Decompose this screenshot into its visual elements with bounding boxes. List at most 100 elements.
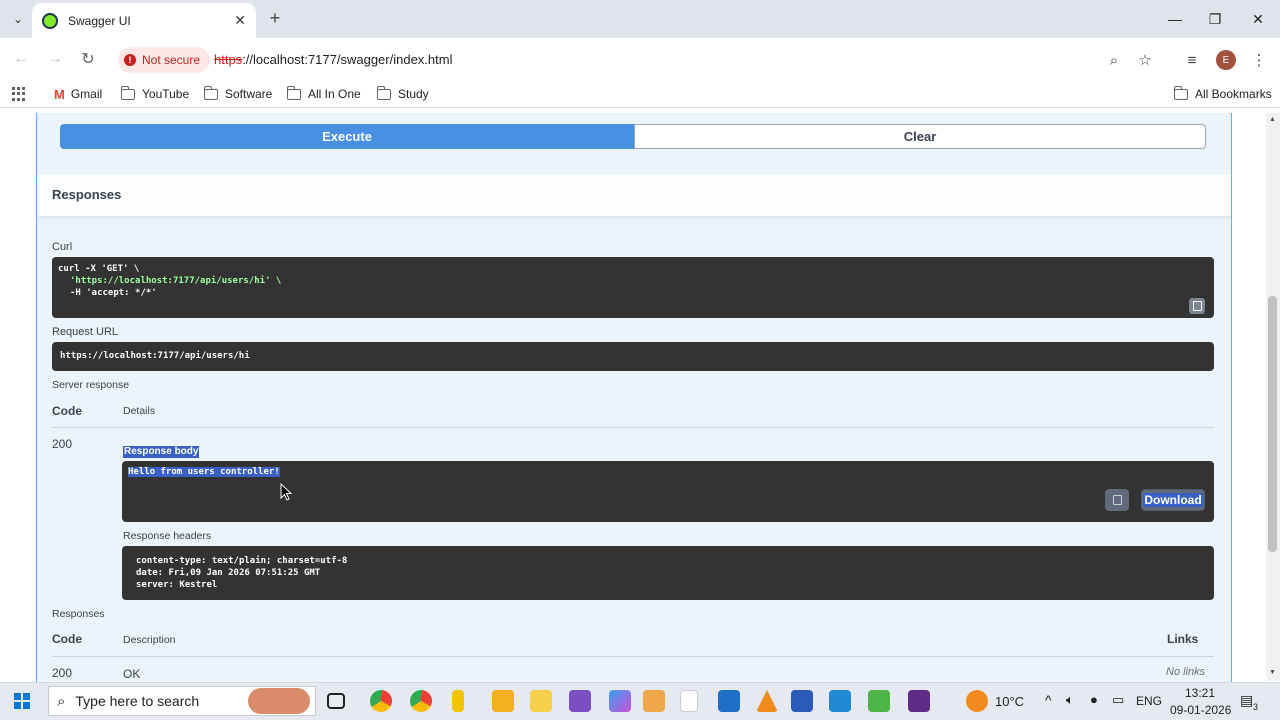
chrome-active-icon[interactable] (410, 690, 432, 712)
folder-icon (376, 85, 391, 100)
bookmark-all-in-one[interactable]: All In One (286, 85, 361, 102)
new-tab-button[interactable]: + (264, 6, 286, 30)
notification-icon[interactable]: ▤ (1240, 692, 1253, 709)
terminal-icon[interactable] (908, 690, 930, 712)
response-body-text: Hello from users controller! (128, 467, 280, 477)
response-header-line: content-type: text/plain; charset=utf-8 (136, 556, 348, 566)
response-body-label: Response body (123, 446, 200, 458)
doc-status-code: 200 (52, 666, 73, 680)
bookmark-youtube[interactable]: YouTube (120, 85, 190, 102)
folder-icon (286, 85, 301, 100)
response-headers-block: content-type: text/plain; charset=utf-8 … (122, 546, 1214, 600)
scroll-thumb[interactable] (1268, 296, 1277, 552)
tab-title: Swagger UI (68, 13, 131, 28)
reload-icon[interactable]: ↻ (77, 48, 99, 70)
not-secure-chip[interactable]: ! Not secure (118, 47, 211, 73)
copy-response-icon[interactable] (1105, 489, 1129, 511)
reading-list-icon[interactable]: ≡ (1181, 49, 1203, 71)
details-column-header: Details (123, 405, 156, 417)
search-icon: ⌕ (57, 692, 66, 710)
address-bar[interactable]: https://localhost:7177/swagger/index.htm… (214, 52, 452, 67)
url-rest: ://localhost:7177/swagger/index.html (242, 52, 453, 67)
bookmarks-bar (0, 80, 1280, 108)
bookmark-label: Study (398, 87, 429, 101)
chrome-icon[interactable] (370, 690, 392, 712)
weather-icon[interactable] (966, 690, 988, 712)
forward-arrow-icon[interactable]: → (44, 48, 66, 70)
scroll-up-arrow-icon[interactable]: ▲ (1268, 116, 1277, 124)
curl-label: Curl (52, 241, 73, 253)
curl-line: -H 'accept: */*' (70, 288, 157, 298)
bookmark-label: Software (225, 87, 273, 101)
visual-studio-icon[interactable] (569, 690, 591, 712)
file-explorer-icon[interactable] (492, 690, 514, 712)
request-url-label: Request URL (52, 326, 119, 338)
tab-search-chevron-icon[interactable]: ⌄ (6, 8, 30, 30)
clock-time[interactable]: 13:21 (1185, 686, 1215, 700)
clock-date[interactable]: 09-01-2026 (1170, 703, 1231, 717)
remote-desktop-icon[interactable] (718, 690, 740, 712)
curl-code-block: curl -X 'GET' \ 'https://localhost:7177/… (52, 257, 1214, 318)
zoom-search-icon[interactable]: ⌕ (1103, 49, 1125, 71)
responses-doc-label: Responses (52, 608, 105, 620)
volume-icon[interactable]: 🔈︎ (1066, 692, 1074, 708)
close-tab-icon[interactable]: ✕ (234, 12, 246, 29)
language-indicator[interactable]: ENG (1136, 694, 1162, 708)
download-button[interactable]: Download (1141, 489, 1205, 511)
vscode-icon[interactable] (829, 690, 851, 712)
apps-grid-icon[interactable] (12, 87, 26, 101)
word-icon[interactable] (791, 690, 813, 712)
clear-button[interactable]: Clear (634, 124, 1206, 149)
media-icon[interactable] (643, 690, 665, 712)
swagger-favicon-icon (42, 12, 58, 29)
profile-avatar[interactable]: E (1216, 50, 1236, 70)
description-column-header: Description (123, 634, 176, 646)
bookmark-gmail[interactable]: M Gmail (54, 86, 102, 102)
execute-button[interactable]: Execute (60, 124, 634, 149)
task-view-icon[interactable] (327, 693, 345, 709)
folder-icon (203, 85, 218, 100)
curl-line: curl -X 'GET' \ (58, 264, 140, 274)
project-icon[interactable] (868, 690, 890, 712)
curl-line: 'https://localhost:7177/api/users/hi' \ (70, 276, 282, 286)
all-bookmarks[interactable]: All Bookmarks (1173, 85, 1272, 102)
responses-title: Responses (52, 187, 122, 202)
menu-kebab-icon[interactable]: ⋮ (1248, 49, 1270, 71)
response-headers-label: Response headers (123, 530, 212, 542)
notification-count: 3 (1253, 702, 1259, 712)
bookmark-software[interactable]: Software (203, 85, 273, 102)
response-header-line: server: Kestrel (136, 580, 218, 590)
bookmark-label: YouTube (142, 87, 190, 101)
code-column-header: Code (52, 404, 82, 418)
scroll-down-arrow-icon[interactable]: ▼ (1268, 669, 1277, 677)
browser-tab[interactable]: Swagger UI ✕ (32, 3, 256, 38)
battery-icon[interactable]: ▭ (1112, 692, 1124, 708)
folder-icon (1173, 85, 1188, 100)
microphone-icon[interactable]: ● (1090, 692, 1098, 707)
all-bookmarks-label: All Bookmarks (1195, 87, 1272, 101)
copilot-icon[interactable] (609, 690, 631, 712)
sticky-note-icon[interactable] (452, 690, 464, 712)
app-icon[interactable] (530, 690, 552, 712)
tray-chevron-icon[interactable]: ^ (1045, 692, 1052, 708)
response-status-code: 200 (52, 437, 73, 451)
warning-icon: ! (124, 54, 136, 66)
doc-description: OK (123, 667, 141, 681)
url-scheme: https (214, 52, 243, 67)
bookmark-label: All In One (308, 87, 361, 101)
search-highlight-image (248, 688, 310, 714)
weather-temp[interactable]: 10°C (995, 694, 1024, 709)
gmail-icon: M (54, 86, 65, 102)
back-arrow-icon[interactable]: ← (10, 48, 32, 70)
close-window-button[interactable]: ✕ (1243, 8, 1273, 30)
restore-button[interactable]: ❐ (1200, 8, 1230, 30)
copy-curl-icon[interactable] (1189, 298, 1205, 314)
minimize-button[interactable]: — (1160, 8, 1190, 30)
doc-header-divider (52, 656, 1214, 657)
notepad-icon[interactable] (680, 690, 698, 712)
server-response-label: Server response (52, 379, 130, 391)
windows-start-icon[interactable] (14, 693, 30, 709)
bookmark-study[interactable]: Study (376, 85, 429, 102)
bookmark-star-icon[interactable]: ☆ (1134, 49, 1156, 71)
taskbar-search-placeholder: Type here to search (75, 693, 200, 709)
